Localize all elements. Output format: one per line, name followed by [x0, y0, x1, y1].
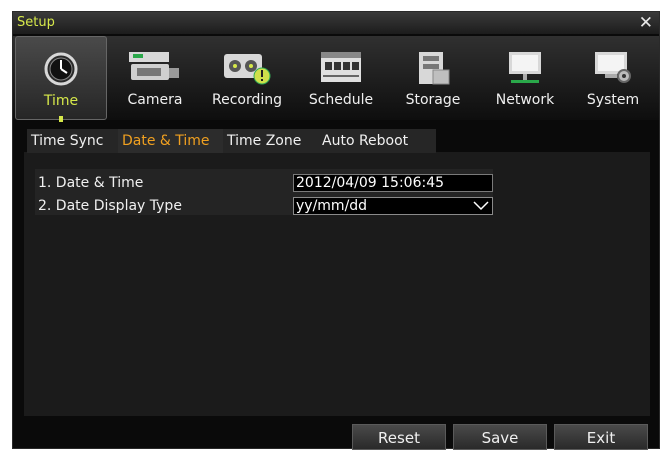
tool-system[interactable]: System: [567, 36, 659, 120]
title-bar: Setup ✕: [13, 12, 659, 34]
save-button[interactable]: Save: [453, 424, 547, 450]
tool-network[interactable]: Network: [479, 36, 571, 120]
date-display-type-label: 2. Date Display Type: [38, 198, 182, 214]
date-time-field[interactable]: 2012/04/09 15:06:45: [293, 174, 493, 192]
tool-time[interactable]: Time: [15, 36, 107, 122]
close-icon[interactable]: ✕: [639, 13, 653, 33]
subtab-auto-reboot[interactable]: Auto Reboot: [318, 129, 436, 153]
tool-camera[interactable]: Camera: [109, 36, 201, 120]
subtab-time-zone[interactable]: Time Zone: [223, 129, 322, 153]
subtab-date-time[interactable]: Date & Time: [118, 129, 233, 153]
recording-icon: [222, 50, 272, 90]
tool-storage-label: Storage: [405, 92, 461, 108]
active-marker: [59, 116, 63, 122]
category-toolbar: Time Camera Recording Schedule Storage N…: [13, 36, 659, 122]
network-icon: [503, 50, 547, 90]
date-display-type-select[interactable]: yy/mm/dd: [293, 197, 493, 215]
tool-storage[interactable]: Storage: [387, 36, 479, 120]
tool-camera-label: Camera: [127, 92, 183, 108]
schedule-icon: [319, 50, 363, 88]
date-display-type-value: yy/mm/dd: [296, 198, 368, 214]
tool-time-label: Time: [43, 93, 79, 109]
reset-button[interactable]: Reset: [352, 424, 446, 450]
subtab-time-sync[interactable]: Time Sync: [27, 129, 120, 153]
tool-system-label: System: [586, 92, 640, 108]
exit-button[interactable]: Exit: [554, 424, 648, 450]
window-title: Setup: [17, 15, 55, 30]
tool-recording-label: Recording: [211, 92, 283, 108]
storage-icon: [413, 50, 453, 90]
tool-recording[interactable]: Recording: [201, 36, 293, 120]
system-icon: [591, 50, 635, 90]
camera-icon: [127, 50, 183, 88]
tool-network-label: Network: [495, 92, 555, 108]
chevron-down-icon: [473, 199, 489, 213]
clock-icon: [43, 51, 79, 91]
setup-window: Setup ✕ Time Camera Recording Schedule S…: [12, 11, 660, 450]
date-time-label: 1. Date & Time: [38, 175, 144, 191]
tool-schedule-label: Schedule: [308, 92, 374, 108]
tool-schedule[interactable]: Schedule: [295, 36, 387, 120]
